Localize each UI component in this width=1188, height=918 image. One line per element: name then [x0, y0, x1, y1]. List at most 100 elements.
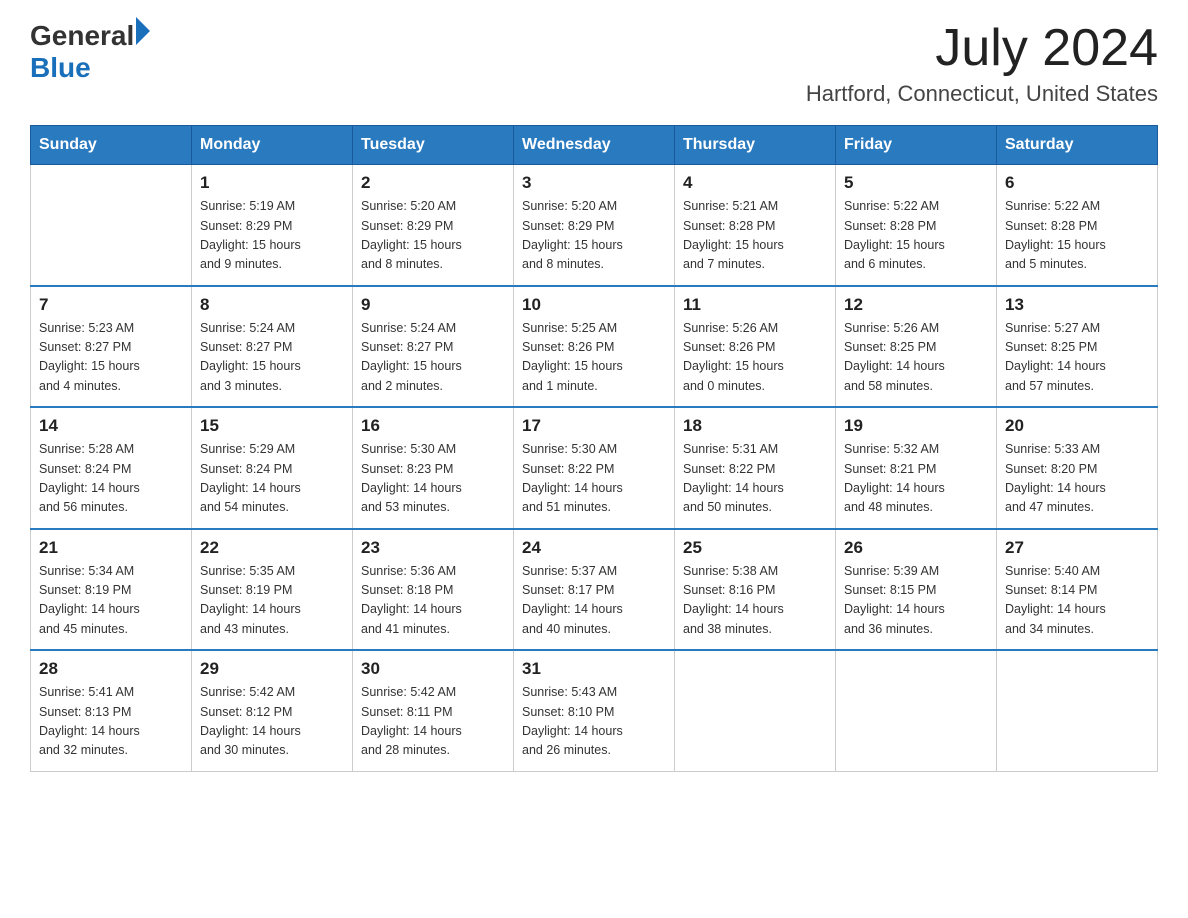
- day-number: 21: [39, 538, 183, 558]
- day-info: Sunrise: 5:23 AM Sunset: 8:27 PM Dayligh…: [39, 319, 183, 397]
- calendar-cell: 15 Sunrise: 5:29 AM Sunset: 8:24 PM Dayli…: [192, 407, 353, 529]
- day-number: 20: [1005, 416, 1149, 436]
- day-number: 5: [844, 173, 988, 193]
- calendar-week-row: 14 Sunrise: 5:28 AM Sunset: 8:24 PM Dayli…: [31, 407, 1158, 529]
- calendar-cell: 10 Sunrise: 5:25 AM Sunset: 8:26 PM Dayli…: [514, 286, 675, 408]
- day-number: 17: [522, 416, 666, 436]
- day-number: 18: [683, 416, 827, 436]
- calendar-cell: 28 Sunrise: 5:41 AM Sunset: 8:13 PM Dayli…: [31, 650, 192, 771]
- month-year-title: July 2024: [806, 20, 1158, 77]
- day-info: Sunrise: 5:42 AM Sunset: 8:12 PM Dayligh…: [200, 683, 344, 761]
- day-info: Sunrise: 5:22 AM Sunset: 8:28 PM Dayligh…: [844, 197, 988, 275]
- day-info: Sunrise: 5:29 AM Sunset: 8:24 PM Dayligh…: [200, 440, 344, 518]
- location-subtitle: Hartford, Connecticut, United States: [806, 81, 1158, 107]
- day-info: Sunrise: 5:38 AM Sunset: 8:16 PM Dayligh…: [683, 562, 827, 640]
- day-number: 24: [522, 538, 666, 558]
- calendar-week-row: 7 Sunrise: 5:23 AM Sunset: 8:27 PM Daylig…: [31, 286, 1158, 408]
- day-info: Sunrise: 5:36 AM Sunset: 8:18 PM Dayligh…: [361, 562, 505, 640]
- calendar-cell: [675, 650, 836, 771]
- day-info: Sunrise: 5:19 AM Sunset: 8:29 PM Dayligh…: [200, 197, 344, 275]
- day-number: 2: [361, 173, 505, 193]
- day-info: Sunrise: 5:24 AM Sunset: 8:27 PM Dayligh…: [361, 319, 505, 397]
- day-number: 30: [361, 659, 505, 679]
- calendar-cell: [31, 165, 192, 286]
- day-number: 27: [1005, 538, 1149, 558]
- day-number: 15: [200, 416, 344, 436]
- day-info: Sunrise: 5:40 AM Sunset: 8:14 PM Dayligh…: [1005, 562, 1149, 640]
- day-info: Sunrise: 5:20 AM Sunset: 8:29 PM Dayligh…: [522, 197, 666, 275]
- calendar-cell: 25Sunrise: 5:38 AM Sunset: 8:16 PM Dayli…: [675, 529, 836, 651]
- calendar-cell: 8Sunrise: 5:24 AM Sunset: 8:27 PM Daylig…: [192, 286, 353, 408]
- day-number: 12: [844, 295, 988, 315]
- day-number: 23: [361, 538, 505, 558]
- day-number: 28: [39, 659, 183, 679]
- calendar-cell: 5 Sunrise: 5:22 AM Sunset: 8:28 PM Daylig…: [836, 165, 997, 286]
- day-number: 3: [522, 173, 666, 193]
- day-info: Sunrise: 5:25 AM Sunset: 8:26 PM Dayligh…: [522, 319, 666, 397]
- day-info: Sunrise: 5:39 AM Sunset: 8:15 PM Dayligh…: [844, 562, 988, 640]
- calendar-cell: 17Sunrise: 5:30 AM Sunset: 8:22 PM Dayli…: [514, 407, 675, 529]
- day-number: 4: [683, 173, 827, 193]
- calendar-cell: 30 Sunrise: 5:42 AM Sunset: 8:11 PM Dayli…: [353, 650, 514, 771]
- calendar-cell: 1 Sunrise: 5:19 AM Sunset: 8:29 PM Daylig…: [192, 165, 353, 286]
- weekday-header-friday: Friday: [836, 126, 997, 165]
- calendar-week-row: 28 Sunrise: 5:41 AM Sunset: 8:13 PM Dayli…: [31, 650, 1158, 771]
- weekday-header-row: SundayMondayTuesdayWednesdayThursdayFrid…: [31, 126, 1158, 165]
- calendar-cell: 6Sunrise: 5:22 AM Sunset: 8:28 PM Daylig…: [997, 165, 1158, 286]
- calendar-cell: 22 Sunrise: 5:35 AM Sunset: 8:19 PM Dayli…: [192, 529, 353, 651]
- day-info: Sunrise: 5:43 AM Sunset: 8:10 PM Dayligh…: [522, 683, 666, 761]
- day-info: Sunrise: 5:20 AM Sunset: 8:29 PM Dayligh…: [361, 197, 505, 275]
- day-info: Sunrise: 5:31 AM Sunset: 8:22 PM Dayligh…: [683, 440, 827, 518]
- calendar-cell: 9 Sunrise: 5:24 AM Sunset: 8:27 PM Daylig…: [353, 286, 514, 408]
- day-number: 29: [200, 659, 344, 679]
- day-number: 7: [39, 295, 183, 315]
- calendar-cell: 18 Sunrise: 5:31 AM Sunset: 8:22 PM Dayli…: [675, 407, 836, 529]
- day-number: 11: [683, 295, 827, 315]
- calendar-cell: 24Sunrise: 5:37 AM Sunset: 8:17 PM Dayli…: [514, 529, 675, 651]
- day-info: Sunrise: 5:41 AM Sunset: 8:13 PM Dayligh…: [39, 683, 183, 761]
- calendar-cell: 14 Sunrise: 5:28 AM Sunset: 8:24 PM Dayli…: [31, 407, 192, 529]
- weekday-header-tuesday: Tuesday: [353, 126, 514, 165]
- calendar-week-row: 1 Sunrise: 5:19 AM Sunset: 8:29 PM Daylig…: [31, 165, 1158, 286]
- day-number: 13: [1005, 295, 1149, 315]
- weekday-header-saturday: Saturday: [997, 126, 1158, 165]
- calendar-cell: 11Sunrise: 5:26 AM Sunset: 8:26 PM Dayli…: [675, 286, 836, 408]
- calendar-cell: 13 Sunrise: 5:27 AM Sunset: 8:25 PM Dayli…: [997, 286, 1158, 408]
- calendar-table: SundayMondayTuesdayWednesdayThursdayFrid…: [30, 125, 1158, 772]
- weekday-header-monday: Monday: [192, 126, 353, 165]
- day-number: 22: [200, 538, 344, 558]
- calendar-cell: 2 Sunrise: 5:20 AM Sunset: 8:29 PM Daylig…: [353, 165, 514, 286]
- weekday-header-wednesday: Wednesday: [514, 126, 675, 165]
- day-info: Sunrise: 5:27 AM Sunset: 8:25 PM Dayligh…: [1005, 319, 1149, 397]
- page-header: General Blue July 2024 Hartford, Connect…: [30, 20, 1158, 107]
- day-number: 9: [361, 295, 505, 315]
- calendar-cell: [836, 650, 997, 771]
- calendar-cell: 3 Sunrise: 5:20 AM Sunset: 8:29 PM Daylig…: [514, 165, 675, 286]
- calendar-cell: 19 Sunrise: 5:32 AM Sunset: 8:21 PM Dayli…: [836, 407, 997, 529]
- calendar-cell: 23 Sunrise: 5:36 AM Sunset: 8:18 PM Dayli…: [353, 529, 514, 651]
- day-number: 16: [361, 416, 505, 436]
- calendar-cell: 27 Sunrise: 5:40 AM Sunset: 8:14 PM Dayli…: [997, 529, 1158, 651]
- calendar-cell: 7 Sunrise: 5:23 AM Sunset: 8:27 PM Daylig…: [31, 286, 192, 408]
- day-number: 8: [200, 295, 344, 315]
- day-number: 14: [39, 416, 183, 436]
- day-info: Sunrise: 5:26 AM Sunset: 8:25 PM Dayligh…: [844, 319, 988, 397]
- calendar-cell: 31Sunrise: 5:43 AM Sunset: 8:10 PM Dayli…: [514, 650, 675, 771]
- calendar-cell: [997, 650, 1158, 771]
- day-info: Sunrise: 5:30 AM Sunset: 8:23 PM Dayligh…: [361, 440, 505, 518]
- day-info: Sunrise: 5:35 AM Sunset: 8:19 PM Dayligh…: [200, 562, 344, 640]
- day-number: 10: [522, 295, 666, 315]
- calendar-cell: 26Sunrise: 5:39 AM Sunset: 8:15 PM Dayli…: [836, 529, 997, 651]
- day-info: Sunrise: 5:28 AM Sunset: 8:24 PM Dayligh…: [39, 440, 183, 518]
- day-info: Sunrise: 5:21 AM Sunset: 8:28 PM Dayligh…: [683, 197, 827, 275]
- calendar-week-row: 21Sunrise: 5:34 AM Sunset: 8:19 PM Dayli…: [31, 529, 1158, 651]
- day-number: 19: [844, 416, 988, 436]
- day-info: Sunrise: 5:33 AM Sunset: 8:20 PM Dayligh…: [1005, 440, 1149, 518]
- weekday-header-thursday: Thursday: [675, 126, 836, 165]
- day-info: Sunrise: 5:42 AM Sunset: 8:11 PM Dayligh…: [361, 683, 505, 761]
- weekday-header-sunday: Sunday: [31, 126, 192, 165]
- day-info: Sunrise: 5:32 AM Sunset: 8:21 PM Dayligh…: [844, 440, 988, 518]
- calendar-cell: 16 Sunrise: 5:30 AM Sunset: 8:23 PM Dayli…: [353, 407, 514, 529]
- day-number: 1: [200, 173, 344, 193]
- day-number: 6: [1005, 173, 1149, 193]
